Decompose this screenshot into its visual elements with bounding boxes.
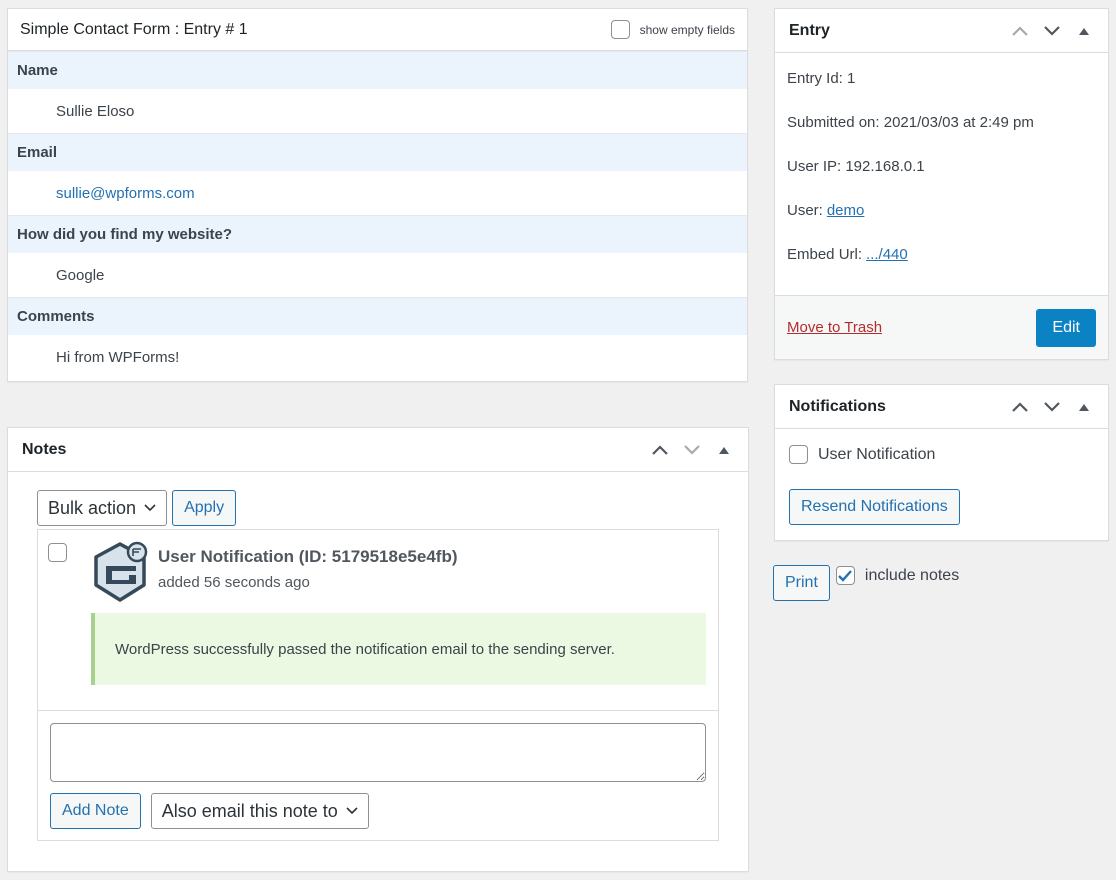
show-empty-fields-label: show empty fields: [639, 22, 735, 37]
bulk-action-select[interactable]: Bulk action: [37, 490, 168, 526]
bulk-action-value: Bulk action: [48, 497, 137, 518]
note-title: User Notification (ID: 5179518e5e4fb): [158, 547, 458, 566]
move-up-icon[interactable]: [1010, 21, 1030, 41]
field-value-name: Sullie Eloso: [56, 102, 135, 120]
move-up-icon[interactable]: [650, 440, 670, 460]
field-label-source: How did you find my website?: [8, 215, 747, 253]
submitted-on: Submitted on: 2021/03/03 at 2:49 pm: [787, 114, 1034, 131]
include-notes-option[interactable]: include notes: [835, 566, 960, 585]
field-label-comments: Comments: [8, 297, 747, 335]
collapse-toggle-icon[interactable]: [714, 440, 734, 460]
field-value-comments: Hi from WPForms!: [56, 348, 180, 366]
collapse-toggle-icon[interactable]: [1074, 21, 1094, 41]
note-timestamp: added 56 seconds ago: [158, 574, 310, 591]
entry-detail-title: Simple Contact Form : Entry # 1: [20, 20, 248, 38]
entry-info-footer: Move to Trash Edit: [775, 295, 1108, 359]
field-value-source: Google: [56, 266, 105, 284]
notes-title: Notes: [22, 440, 67, 458]
user-notification-label: User Notification: [818, 445, 936, 463]
email-note-select-value: Also email this note to: [161, 800, 338, 821]
notes-panel: Notes Bulk action Apply User Notificatio…: [7, 427, 749, 872]
entry-info-header: Entry: [775, 9, 1108, 53]
print-row: Print include notes: [773, 565, 959, 601]
user-row: User: demo: [787, 196, 1096, 240]
chevron-down-icon: [144, 504, 156, 512]
gravity-forms-logo-icon: [94, 541, 148, 602]
include-notes-label: include notes: [864, 566, 960, 584]
entry-id: Entry Id: 1: [787, 70, 856, 87]
field-value-email-link[interactable]: sullie@wpforms.com: [8, 171, 747, 215]
email-note-select[interactable]: Also email this note to: [150, 793, 369, 829]
move-up-icon[interactable]: [1010, 397, 1030, 417]
embed-url-label: Embed Url:: [787, 246, 863, 263]
edit-button[interactable]: Edit: [1036, 308, 1096, 347]
new-note-textarea[interactable]: [50, 723, 706, 782]
embed-url-row: Embed Url: .../440: [787, 240, 1096, 284]
add-note-button[interactable]: Add Note: [50, 793, 141, 829]
note-success-message: WordPress successfully passed the notifi…: [91, 613, 706, 685]
move-to-trash-link[interactable]: Move to Trash: [787, 319, 882, 336]
checkmark-icon: [838, 569, 853, 582]
collapse-toggle-icon[interactable]: [1074, 397, 1094, 417]
move-down-icon[interactable]: [1042, 397, 1062, 417]
chevron-down-icon: [346, 807, 358, 815]
resend-notifications-button[interactable]: Resend Notifications: [789, 489, 960, 525]
field-label-email: Email: [8, 133, 747, 171]
entry-info-title: Entry: [789, 21, 830, 39]
move-down-icon[interactable]: [682, 440, 702, 460]
include-notes-checkbox[interactable]: [835, 566, 855, 585]
apply-button[interactable]: Apply: [172, 490, 237, 526]
user-notification-checkbox[interactable]: [789, 445, 808, 464]
note-list: User Notification (ID: 5179518e5e4fb) ad…: [37, 529, 719, 841]
print-button[interactable]: Print: [773, 565, 830, 601]
notifications-panel: Notifications User Notification Resend N…: [774, 384, 1109, 541]
show-empty-fields-checkbox[interactable]: [610, 20, 630, 39]
entry-detail-panel: Simple Contact Form : Entry # 1 show emp…: [7, 8, 748, 382]
user-ip: User IP: 192.168.0.1: [787, 158, 925, 175]
move-down-icon[interactable]: [1042, 21, 1062, 41]
notifications-header: Notifications: [775, 385, 1108, 429]
user-notification-option[interactable]: User Notification: [789, 445, 935, 464]
embed-url-link[interactable]: .../440: [866, 246, 908, 263]
entry-detail-header: Simple Contact Form : Entry # 1 show emp…: [8, 9, 747, 51]
user-label: User:: [787, 202, 823, 219]
show-empty-fields-toggle[interactable]: show empty fields: [610, 20, 735, 39]
notes-header: Notes: [8, 428, 748, 472]
notifications-title: Notifications: [789, 397, 886, 415]
divider: [38, 710, 718, 711]
user-link[interactable]: demo: [827, 202, 865, 219]
note-select-checkbox[interactable]: [48, 543, 67, 562]
entry-info-panel: Entry Entry Id: 1 Submitted on: 2021/03/…: [774, 8, 1109, 360]
field-label-name: Name: [8, 51, 747, 89]
